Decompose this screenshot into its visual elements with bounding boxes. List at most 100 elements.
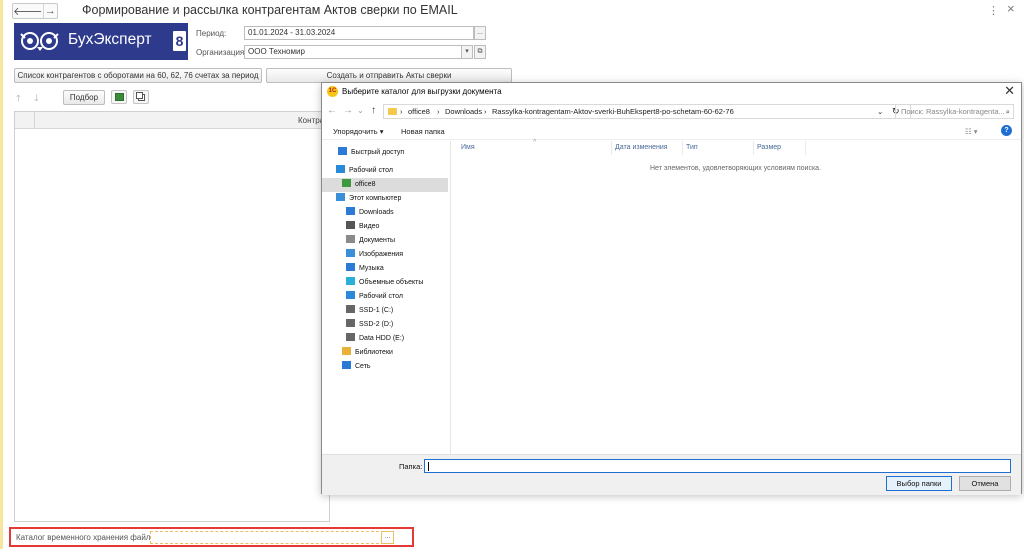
nav-item-9[interactable]: Объемные объекты (346, 276, 423, 290)
nav-item-3[interactable]: Этот компьютер (336, 192, 401, 206)
cancel-button[interactable]: Отмена (959, 476, 1011, 491)
create-send-button[interactable]: Создать и отправить Акты сверки (266, 68, 512, 83)
desktop-icon (336, 165, 345, 173)
nav-item-7[interactable]: Изображения (346, 248, 403, 262)
window-title: Формирование и рассылка контрагентам Акт… (82, 3, 458, 17)
nav-item-label: Рабочий стол (359, 293, 403, 300)
nav-item-label: Downloads (359, 209, 394, 216)
nav-item-1[interactable]: Рабочий стол (336, 164, 393, 178)
nav-item-label: SSD-1 (C:) (359, 307, 394, 314)
search-placeholder: Поиск: Rassylka-kontragenta... (901, 107, 1005, 116)
nav-buttons: 🡐 → (12, 3, 58, 19)
nav-item-5[interactable]: Видео (346, 220, 379, 234)
image-icon (346, 249, 355, 257)
excel-icon[interactable] (111, 90, 127, 104)
column-date[interactable]: Дата изменения (615, 144, 668, 151)
up-arrow-icon[interactable]: ↑ (371, 105, 376, 116)
folder-picker-dialog: 1С Выберите каталог для выгрузки докумен… (321, 82, 1022, 495)
star-icon (338, 147, 347, 155)
user-icon (342, 179, 351, 187)
breadcrumb-downloads[interactable]: Downloads (445, 105, 482, 118)
breadcrumb-current-folder[interactable]: Rassylka-kontragentam-Aktov-sverki-BuhEk… (492, 105, 734, 118)
dialog-title: Выберите каталог для выгрузки документа (342, 87, 502, 96)
nav-item-10[interactable]: Рабочий стол (346, 290, 403, 304)
catalog-field[interactable] (150, 531, 384, 544)
help-icon[interactable]: ? (1001, 125, 1012, 136)
owl-logo-icon (20, 32, 59, 51)
nav-item-label: Библиотеки (355, 349, 393, 356)
dialog-titlebar: 1С Выберите каталог для выгрузки докумен… (322, 83, 1021, 100)
period-field[interactable]: 01.01.2024 - 31.03.2024 (244, 26, 474, 40)
nav-item-14[interactable]: Библиотеки (342, 346, 393, 360)
new-folder-button[interactable]: Новая папка (401, 127, 445, 136)
video-icon (346, 221, 355, 229)
catalog-select-button[interactable]: ... (381, 531, 394, 544)
dialog-close-icon[interactable]: ✕ (1004, 83, 1015, 99)
command-bar: Упорядочить ▾ Новая папка ☷ ▾ ? (322, 124, 1021, 140)
back-arrow-icon[interactable]: ← (327, 105, 337, 116)
nav-item-6[interactable]: Документы (346, 234, 395, 248)
nav-item-label: Data HDD (E:) (359, 335, 405, 342)
logo-badge: 8 (173, 31, 186, 51)
view-options-icon[interactable]: ☷ ▾ (965, 127, 978, 136)
table-header-check (15, 112, 35, 128)
column-separator (682, 141, 683, 155)
copy-icon[interactable] (133, 90, 149, 104)
address-bar[interactable]: › office8 › Downloads › Rassylka-kontrag… (383, 104, 911, 119)
nav-item-label: Сеть (355, 363, 371, 370)
address-row: ← → ⌄ ↑ › office8 › Downloads › Rassylka… (322, 104, 1021, 119)
period-label: Период: (196, 29, 227, 38)
counterparty-list-button[interactable]: Список контрагентов с оборотами на 60, 6… (14, 68, 262, 83)
nav-item-label: office8 (355, 181, 376, 188)
nav-item-0[interactable]: Быстрый доступ (338, 146, 404, 160)
nav-item-13[interactable]: Data HDD (E:) (346, 332, 404, 346)
search-input[interactable]: Поиск: Rassylka-kontragenta... ⌕ (895, 104, 1014, 119)
nav-item-4[interactable]: Downloads (346, 206, 394, 220)
move-down-icon[interactable]: 🡓 (34, 91, 39, 107)
network-icon (342, 361, 351, 369)
column-name[interactable]: Имя (461, 144, 475, 151)
window-close-icon[interactable]: × (1007, 1, 1015, 16)
recent-chevron-icon[interactable]: ⌄ (357, 106, 364, 115)
nav-item-label: Быстрый доступ (351, 149, 405, 156)
folder-input[interactable] (424, 459, 1011, 473)
org-field[interactable]: ООО Техномир (244, 45, 462, 59)
column-size[interactable]: Размер (757, 144, 781, 151)
catalog-label: Каталог временного хранения файлов: (16, 533, 162, 542)
document-icon (346, 235, 355, 243)
nav-item-2[interactable]: office8 (322, 178, 448, 192)
forward-arrow-icon[interactable]: → (343, 105, 353, 116)
back-button[interactable]: 🡐 (13, 4, 43, 18)
nav-item-label: Видео (359, 223, 380, 230)
pick-button[interactable]: Подбор (63, 90, 105, 105)
folder-label: Папка: (399, 462, 423, 471)
more-menu-icon[interactable]: ⋮ (988, 4, 999, 17)
nav-item-label: Рабочий стол (349, 167, 393, 174)
nav-item-11[interactable]: SSD-1 (C:) (346, 304, 393, 318)
table-header: Контра (15, 112, 329, 129)
breadcrumb-office8[interactable]: office8 (408, 105, 430, 118)
column-separator (805, 141, 806, 155)
column-separator (611, 141, 612, 155)
org-dropdown-icon[interactable]: ▾ (461, 45, 473, 59)
organize-button[interactable]: Упорядочить ▾ (333, 127, 383, 136)
nav-item-label: Музыка (359, 265, 384, 272)
nav-item-8[interactable]: Музыка (346, 262, 384, 276)
cube-icon (346, 277, 355, 285)
nav-item-12[interactable]: SSD-2 (D:) (346, 318, 393, 332)
nav-item-label: Документы (359, 237, 396, 244)
org-label: Организация: (196, 48, 247, 57)
app-1c-icon: 1С (327, 86, 338, 97)
drive-icon (346, 305, 355, 313)
nav-item-label: Изображения (359, 251, 403, 258)
address-dropdown-icon[interactable]: ⌄ (877, 105, 883, 118)
sort-arrow-icon: ^ (533, 139, 537, 146)
navigation-pane: Быстрый доступ Рабочий стол office8 Этот ко… (322, 141, 451, 454)
forward-button[interactable]: → (42, 4, 58, 18)
select-folder-button[interactable]: Выбор папки (886, 476, 952, 491)
column-type[interactable]: Тип (686, 144, 698, 151)
move-up-icon[interactable]: 🡑 (16, 91, 21, 107)
period-select-button[interactable]: ... (474, 26, 486, 40)
org-open-icon[interactable]: ⧉ (474, 45, 486, 59)
nav-item-15[interactable]: Сеть (342, 360, 371, 374)
